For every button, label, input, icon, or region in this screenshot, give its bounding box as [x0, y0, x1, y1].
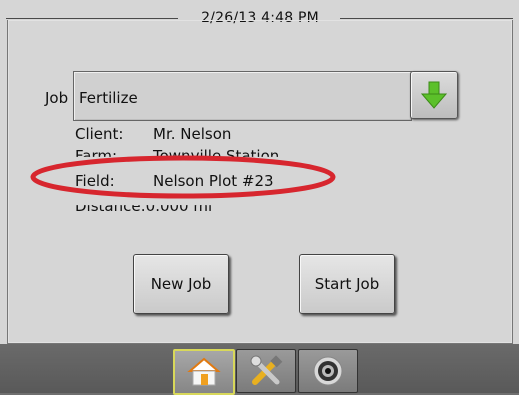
green-down-arrow-icon: [421, 81, 447, 109]
job-label: Job: [45, 89, 69, 107]
client-label: Client:: [75, 125, 124, 143]
new-job-button[interactable]: New Job: [133, 254, 229, 314]
home-tab[interactable]: [173, 349, 235, 395]
tools-icon: [250, 355, 283, 385]
client-row: Client: Mr. Nelson: [75, 125, 231, 143]
job-select-field[interactable]: Fertilize: [73, 71, 412, 121]
job-screen: 2/26/13 4:48 PM Job Fertilize Client: Mr.…: [0, 0, 519, 395]
job-dropdown-button[interactable]: [410, 71, 458, 119]
gauge-tab[interactable]: [298, 349, 358, 393]
highlight-ellipse: [30, 155, 336, 199]
header-rule-right: [340, 18, 513, 19]
header-rule-left: [6, 18, 178, 19]
gauge-icon: [313, 356, 343, 386]
start-job-button[interactable]: Start Job: [299, 254, 395, 314]
client-value: Mr. Nelson: [153, 125, 232, 143]
job-value: Fertilize: [79, 89, 138, 107]
home-icon: [187, 357, 221, 386]
tools-tab[interactable]: [236, 349, 296, 393]
